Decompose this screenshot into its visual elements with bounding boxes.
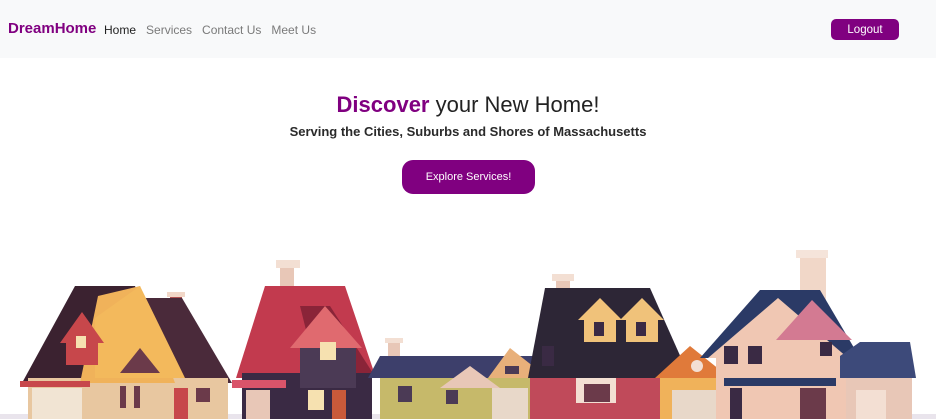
house-3 [368,338,548,419]
nav-link-meet-us[interactable]: Meet Us [271,23,316,37]
hero-title-accent: Discover [336,92,430,117]
house-4 [528,274,730,419]
hero-title-rest: your New Home! [429,92,600,117]
logout-button[interactable]: Logout [831,19,899,40]
nav-link-home[interactable]: Home [104,23,136,37]
brand-logo[interactable]: DreamHome [8,20,96,37]
hero-subtitle: Serving the Cities, Suburbs and Shores o… [289,124,647,139]
nav-links: Home Services Contact Us Meet Us [104,23,316,37]
navbar: DreamHome Home Services Contact Us Meet … [0,0,936,58]
house-1 [20,286,232,419]
explore-services-button[interactable]: Explore Services! [402,160,535,194]
nav-link-services[interactable]: Services [146,23,192,37]
suburban-houses-illustration [0,250,936,419]
hero-title: Discover your New Home! [0,92,936,118]
nav-link-contact-us[interactable]: Contact Us [202,23,261,37]
house-2 [232,260,376,419]
house-5 [700,250,916,419]
